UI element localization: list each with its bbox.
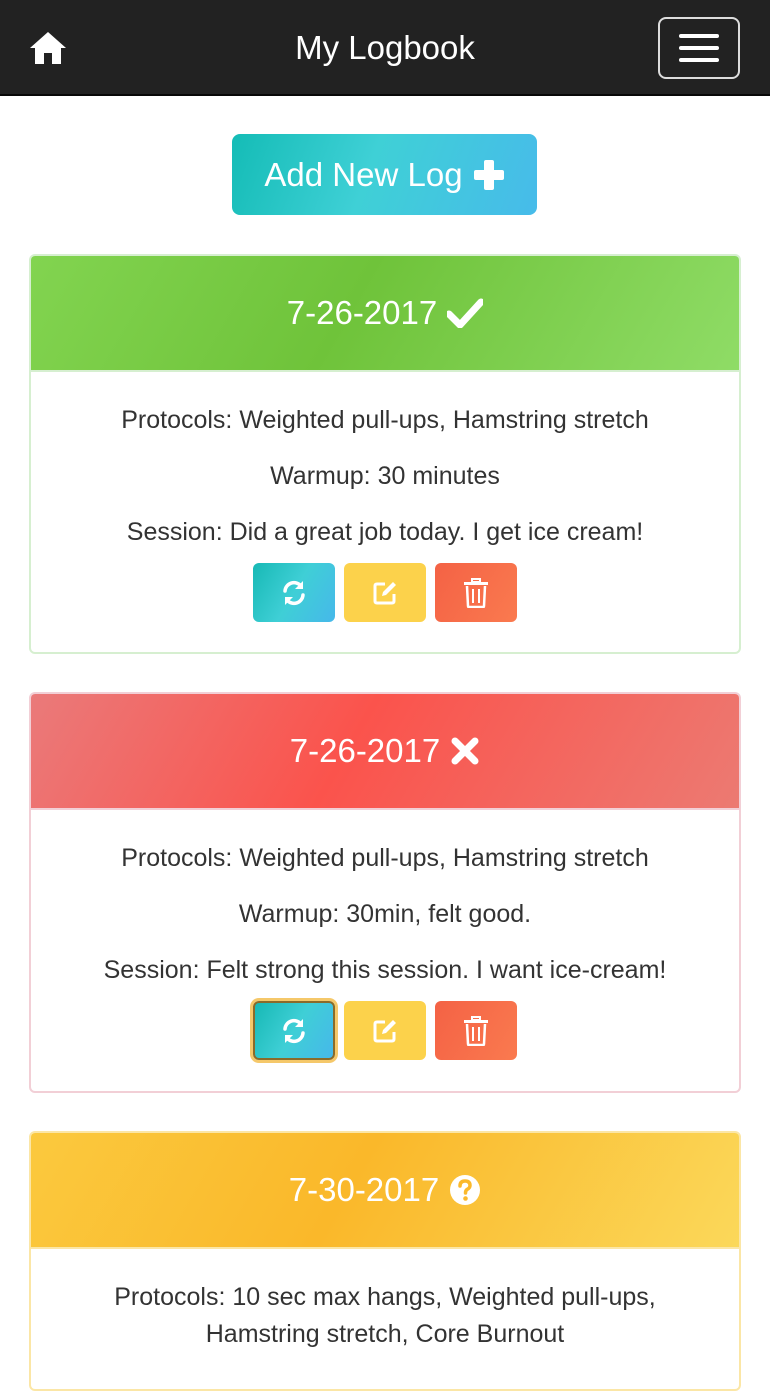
log-card-body: Protocols: 10 sec max hangs, Weighted pu… <box>31 1249 739 1353</box>
refresh-button[interactable] <box>253 1001 335 1060</box>
menu-toggle-button[interactable] <box>658 17 740 79</box>
edit-icon <box>373 581 396 604</box>
page-title: My Logbook <box>295 29 475 66</box>
x-icon <box>450 736 480 766</box>
refresh-icon <box>283 1018 305 1043</box>
log-actions <box>31 563 739 622</box>
trash-icon <box>464 577 488 608</box>
log-card: 7-26-2017 Protocols: Weighted pull-ups, … <box>29 254 741 654</box>
log-card-body: Protocols: Weighted pull-ups, Hamstring … <box>31 810 739 1060</box>
delete-button[interactable] <box>435 1001 517 1060</box>
log-card-header: 7-26-2017 <box>31 694 739 810</box>
edit-button[interactable] <box>344 1001 426 1060</box>
log-card-header: 7-26-2017 <box>31 256 739 372</box>
log-protocols-line-1: Protocols: 10 sec max hangs, Weighted pu… <box>114 1283 656 1311</box>
log-card-header: 7-30-2017 <box>31 1133 739 1249</box>
log-protocols: Protocols: Weighted pull-ups, Hamstring … <box>121 844 649 872</box>
navbar: My Logbook <box>0 0 770 96</box>
log-warmup: Warmup: 30 minutes <box>270 462 500 490</box>
plus-icon <box>473 159 504 190</box>
edit-icon <box>373 1019 396 1042</box>
hamburger-menu-icon <box>679 34 719 38</box>
add-new-log-label: Add New Log <box>264 155 463 193</box>
log-card: 7-30-2017 Protocols: 10 sec max hangs, W… <box>29 1131 741 1391</box>
log-protocols-line-2: Hamstring stretch, Core Burnout <box>205 1320 565 1348</box>
log-date: 7-30-2017 <box>288 1171 440 1208</box>
delete-button[interactable] <box>435 563 517 622</box>
refresh-button[interactable] <box>253 563 335 622</box>
log-card: 7-26-2017 Protocols: Weighted pull-ups, … <box>29 692 741 1093</box>
log-date: 7-26-2017 <box>286 294 438 331</box>
question-circle-icon <box>449 1174 481 1206</box>
edit-button[interactable] <box>344 563 426 622</box>
log-card-body: Protocols: Weighted pull-ups, Hamstring … <box>31 372 739 622</box>
log-actions <box>31 1001 739 1060</box>
add-new-log-button[interactable]: Add New Log <box>232 134 537 215</box>
check-icon <box>447 298 484 328</box>
trash-icon <box>464 1015 488 1046</box>
refresh-icon <box>283 580 305 605</box>
log-warmup: Warmup: 30min, felt good. <box>238 900 532 928</box>
log-protocols: Protocols: Weighted pull-ups, Hamstring … <box>121 406 649 434</box>
log-session: Session: Did a great job today. I get ic… <box>126 518 644 546</box>
log-date: 7-26-2017 <box>289 732 441 769</box>
log-session: Session: Felt strong this session. I wan… <box>103 956 667 984</box>
